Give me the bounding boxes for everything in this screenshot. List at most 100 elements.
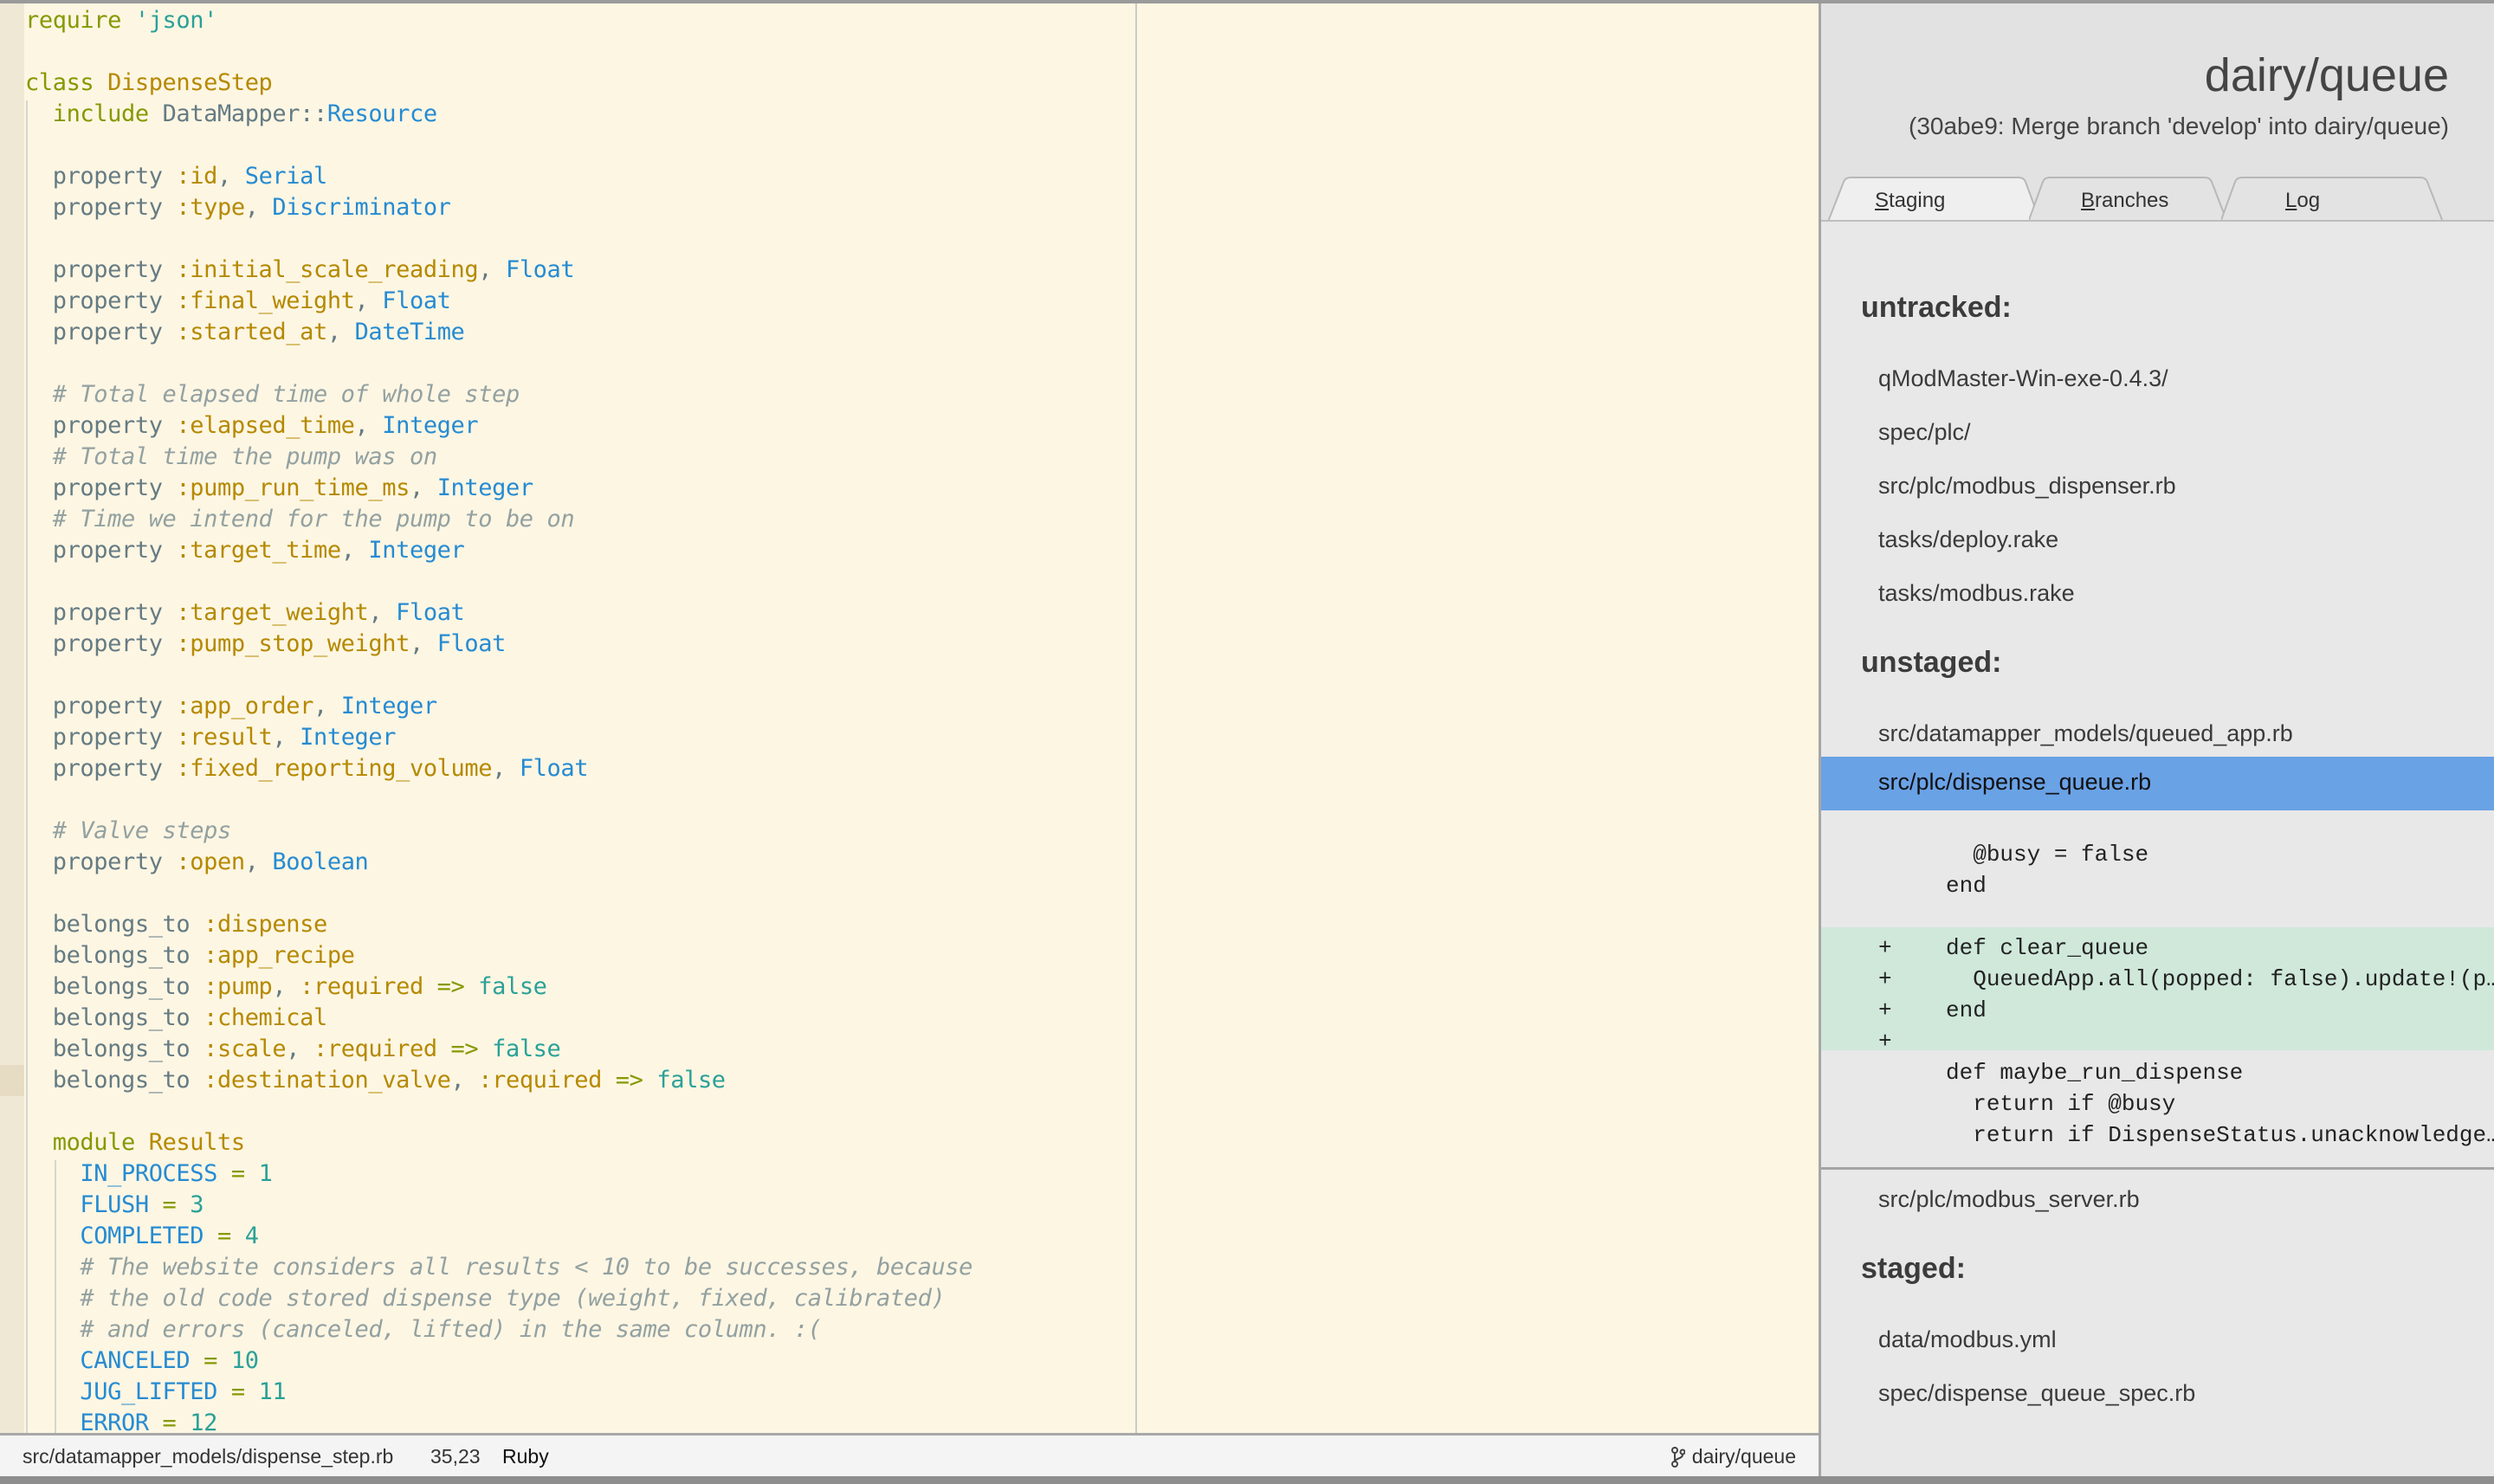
code-line[interactable]: belongs_to :pump, :required => false	[25, 971, 972, 1003]
code-token: belongs_to	[25, 911, 204, 938]
tab-branches[interactable]: Branches	[2029, 177, 2228, 220]
code-line[interactable]: property :started_at, DateTime	[25, 317, 972, 348]
code-line[interactable]: # and errors (canceled, lifted) in the s…	[25, 1314, 972, 1345]
code-line[interactable]: # The website considers all results < 10…	[25, 1252, 972, 1283]
selected-file-label: src/plc/dispense_queue.rb	[1878, 769, 2152, 795]
code-line[interactable]: property :pump_run_time_ms, Integer	[25, 473, 972, 504]
code-token: property	[25, 724, 177, 751]
code-line[interactable]	[25, 1096, 972, 1127]
code-editor[interactable]: require 'json' class DispenseStep includ…	[0, 3, 1819, 1433]
unstaged-file[interactable]: src/datamapper_models/queued_app.rb	[1878, 720, 2293, 747]
code-line[interactable]: FLUSH = 3	[25, 1190, 972, 1221]
status-language[interactable]: Ruby	[502, 1445, 549, 1468]
code-token: 3	[190, 1191, 204, 1218]
code-token: ,	[340, 537, 369, 564]
code-line[interactable]: module Results	[25, 1127, 972, 1158]
code-token: 10	[230, 1347, 259, 1374]
code-line[interactable]: CANCELED = 10	[25, 1345, 972, 1377]
code-line[interactable]: belongs_to :scale, :required => false	[25, 1034, 972, 1065]
code-token: CANCELED	[80, 1347, 191, 1374]
code-line[interactable]	[25, 223, 972, 255]
code-line[interactable]: require 'json'	[25, 5, 972, 36]
code-line[interactable]: ERROR = 12	[25, 1408, 972, 1433]
code-line[interactable]	[25, 348, 972, 379]
staged-file[interactable]: spec/dispense_queue_spec.rb	[1878, 1380, 2195, 1407]
code-line[interactable]: class DispenseStep	[25, 68, 972, 99]
code-token: =>	[601, 1067, 657, 1094]
code-line[interactable]: property :elapsed_time, Integer	[25, 410, 972, 442]
code-token: ERROR	[80, 1410, 149, 1433]
code-token: :dispense	[204, 911, 327, 938]
untracked-file[interactable]: tasks/modbus.rake	[1878, 580, 2075, 607]
code-line[interactable]	[25, 130, 972, 161]
untracked-file[interactable]: tasks/deploy.rake	[1878, 526, 2058, 553]
code-line[interactable]	[25, 660, 972, 691]
code-line[interactable]: belongs_to :app_recipe	[25, 940, 972, 971]
code-token: ,	[354, 287, 383, 314]
code-line[interactable]: JUG_LIFTED = 11	[25, 1377, 972, 1408]
untracked-file[interactable]: qModMaster-Win-exe-0.4.3/	[1878, 365, 2168, 392]
code-line[interactable]: property :type, Discriminator	[25, 192, 972, 223]
code-token: ,	[272, 973, 300, 1000]
code-line[interactable]: # Valve steps	[25, 816, 972, 847]
staged-file[interactable]: data/modbus.yml	[1878, 1326, 2057, 1353]
code-line[interactable]: IN_PROCESS = 1	[25, 1158, 972, 1190]
diff-line-added: +	[1878, 1029, 1919, 1055]
code-line[interactable]: belongs_to :destination_valve, :required…	[25, 1065, 972, 1096]
code-token: :app_order	[176, 693, 313, 719]
diff-line-context: def maybe_run_dispense	[1878, 1060, 2244, 1086]
code-token: Discriminator	[272, 194, 451, 221]
code-line[interactable]	[25, 878, 972, 909]
code-token: ,	[354, 412, 383, 439]
code-token: :required	[300, 973, 423, 1000]
diff-line-added: + QueuedApp.all(popped: false).update!(p…	[1878, 966, 2494, 992]
code-token: property	[25, 599, 177, 626]
code-token: belongs_to	[25, 1067, 204, 1094]
code-line[interactable]: property :pump_stop_weight, Float	[25, 629, 972, 660]
code-line[interactable]	[25, 36, 972, 68]
code-line[interactable]: # Time we intend for the pump to be on	[25, 504, 972, 535]
code-line[interactable]: property :fixed_reporting_volume, Float	[25, 753, 972, 784]
code-token: :initial_scale_reading	[176, 256, 479, 283]
untracked-file[interactable]: spec/plc/	[1878, 419, 1971, 446]
status-branch[interactable]: dairy/queue	[1670, 1445, 1796, 1468]
code-line[interactable]: property :final_weight, Float	[25, 286, 972, 317]
code-line[interactable]: # Total elapsed time of whole step	[25, 379, 972, 410]
code-token: false	[492, 1036, 561, 1062]
code-line[interactable]: # Total time the pump was on	[25, 442, 972, 473]
unstaged-file-selected[interactable]: src/plc/dispense_queue.rb	[1821, 757, 2494, 810]
code-line[interactable]: include DataMapper::Resource	[25, 99, 972, 130]
tab-log[interactable]: Log	[2221, 177, 2455, 220]
code-line[interactable]	[25, 784, 972, 816]
code-token: :open	[176, 848, 245, 875]
editor-gutter	[0, 3, 24, 1433]
code-line[interactable]: property :app_order, Integer	[25, 691, 972, 722]
code-token: ,	[326, 319, 355, 345]
code-line[interactable]	[25, 566, 972, 597]
code-token: :app_recipe	[204, 942, 355, 969]
code-token: :pump_run_time_ms	[176, 474, 410, 501]
code-line[interactable]: property :id, Serial	[25, 161, 972, 192]
code-token: COMPLETED	[80, 1223, 204, 1249]
tab-staging[interactable]: Staging	[1828, 177, 2040, 222]
code-line[interactable]: property :result, Integer	[25, 722, 972, 753]
code-token: property	[25, 163, 177, 190]
untracked-file[interactable]: src/plc/modbus_dispenser.rb	[1878, 473, 2176, 500]
code-line[interactable]: belongs_to :chemical	[25, 1003, 972, 1034]
code-content[interactable]: require 'json' class DispenseStep includ…	[25, 5, 972, 1433]
code-line[interactable]: COMPLETED = 4	[25, 1221, 972, 1252]
code-token: ,	[313, 693, 341, 719]
code-line[interactable]: property :open, Boolean	[25, 847, 972, 878]
code-token: :type	[176, 194, 245, 221]
code-line[interactable]: property :target_time, Integer	[25, 535, 972, 566]
code-line[interactable]: # the old code stored dispense type (wei…	[25, 1283, 972, 1314]
code-line[interactable]: property :target_weight, Float	[25, 597, 972, 629]
code-line[interactable]: belongs_to :dispense	[25, 909, 972, 940]
unstaged-file[interactable]: src/plc/modbus_server.rb	[1878, 1186, 2140, 1213]
code-line[interactable]: property :initial_scale_reading, Float	[25, 255, 972, 286]
